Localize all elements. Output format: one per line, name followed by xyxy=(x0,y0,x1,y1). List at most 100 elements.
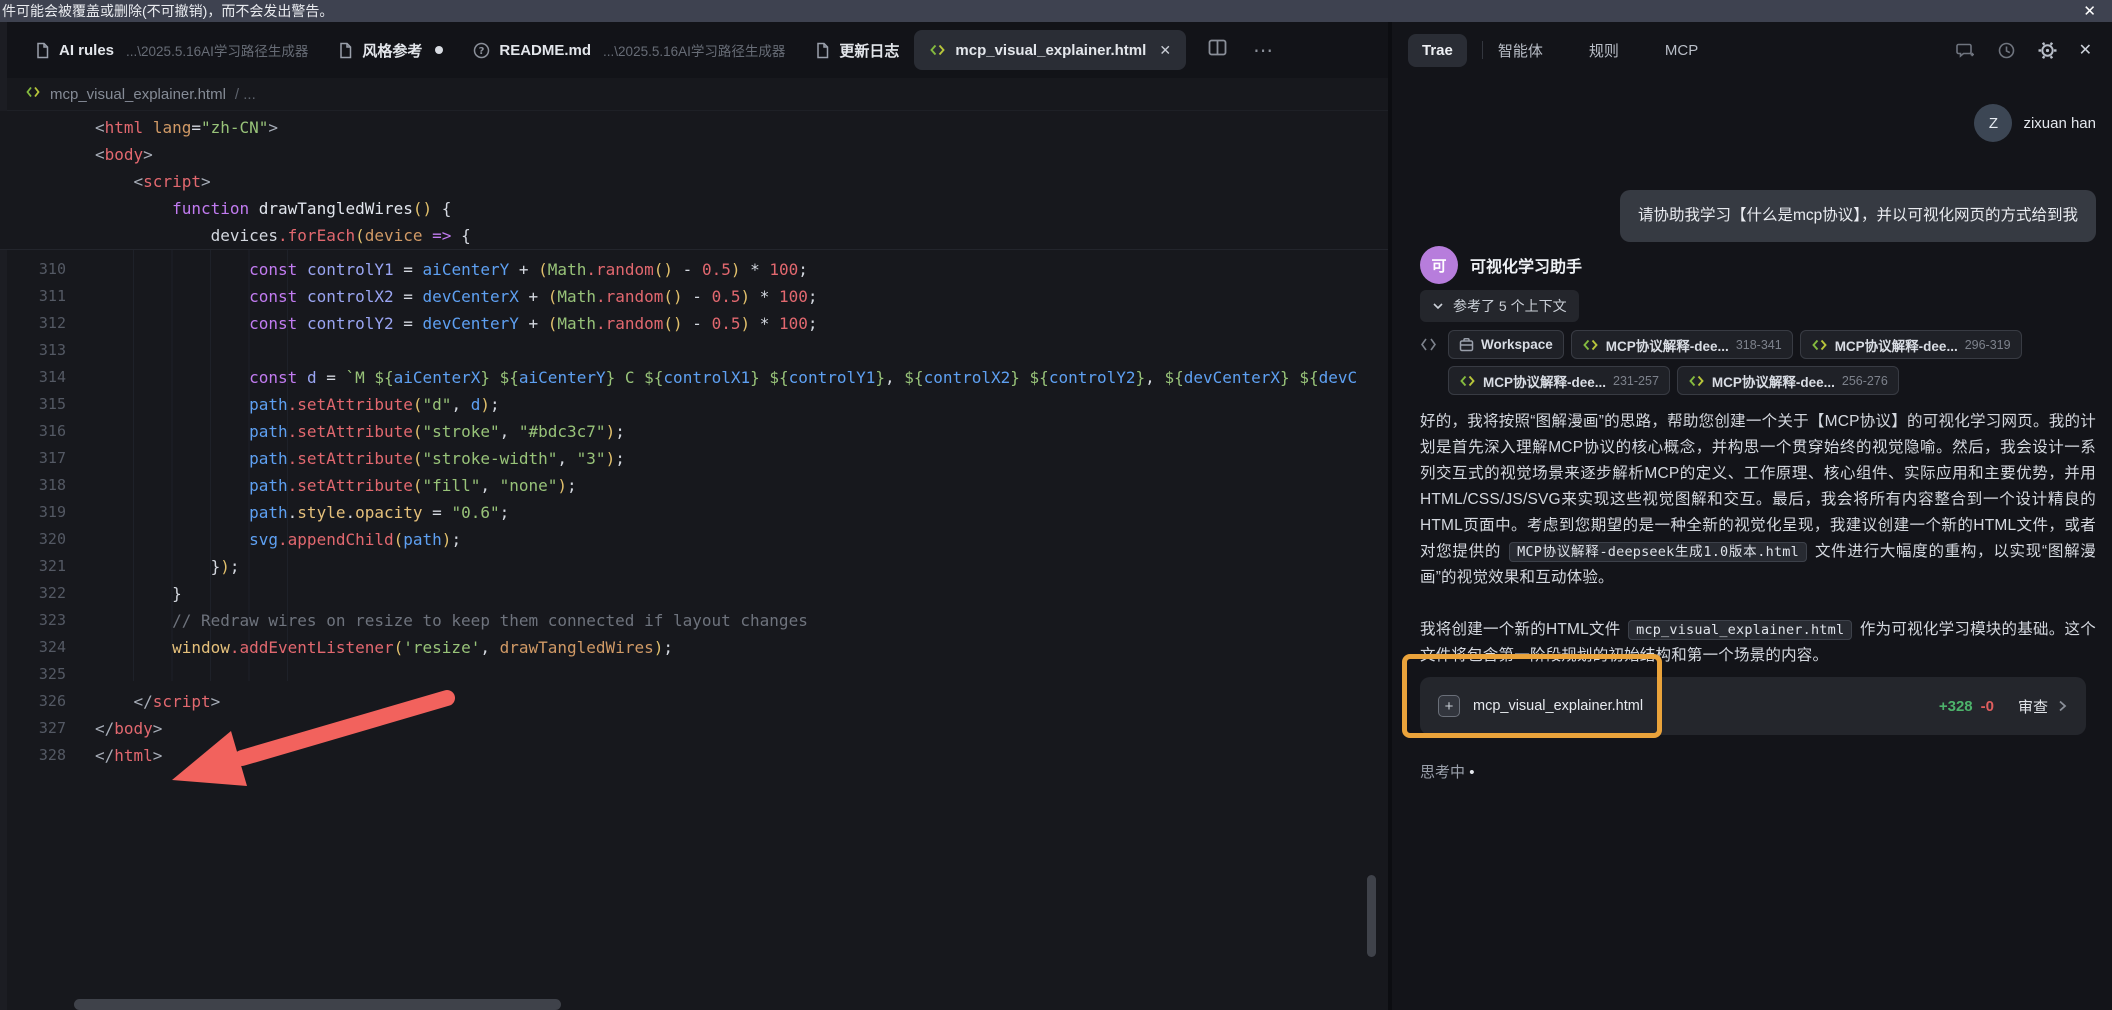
code-line[interactable]: 316 path.setAttribute("stroke", "#bdc3c7… xyxy=(0,418,1388,445)
code-line[interactable]: 322 } xyxy=(0,580,1388,607)
file-icon xyxy=(35,42,50,59)
code-line[interactable]: 314 const d = `M ${aiCenterX} ${aiCenter… xyxy=(0,364,1388,391)
breadcrumb[interactable]: mcp_visual_explainer.html / ... xyxy=(0,78,1388,111)
code-line[interactable]: 328</html> xyxy=(0,742,1388,769)
code-token: window xyxy=(172,638,230,657)
code-line[interactable]: 324 window.addEventListener('resize', dr… xyxy=(0,634,1388,661)
code-token: , xyxy=(885,368,895,387)
code-token: path xyxy=(403,530,442,549)
code-token: < xyxy=(134,172,144,191)
line-number: 327 xyxy=(0,715,66,742)
code-line[interactable]: 320 svg.appendChild(path); xyxy=(0,526,1388,553)
breadcrumb-file-name[interactable]: mcp_visual_explainer.html xyxy=(50,86,226,103)
code-line[interactable]: 311 const controlX2 = devCenterX + (Math… xyxy=(0,283,1388,310)
editor-tab-2[interactable]: ?README.md...\2025.5.16AI学习路径生成器 xyxy=(458,30,800,70)
breadcrumb-rest[interactable]: / ... xyxy=(235,86,256,103)
review-button[interactable]: 审查 xyxy=(2018,696,2048,717)
sticky-line[interactable]: <script> xyxy=(0,168,1388,195)
code-token: </ xyxy=(95,746,114,765)
history-icon[interactable] xyxy=(1997,41,2016,60)
editor-tab-3[interactable]: 更新日志 xyxy=(800,30,914,70)
created-file-card[interactable]: + mcp_visual_explainer.html +328 -0 审查 xyxy=(1420,677,2086,735)
code-token xyxy=(95,226,211,245)
line-content: path.setAttribute("d", d); xyxy=(66,391,500,418)
close-panel-icon[interactable]: ✕ xyxy=(2079,40,2092,60)
editor-tab-4[interactable]: mcp_visual_explainer.html✕ xyxy=(914,30,1186,70)
warning-close-icon[interactable]: ✕ xyxy=(2083,4,2096,19)
line-content: path.setAttribute("stroke-width", "3"); xyxy=(66,445,625,472)
diff-added: +328 xyxy=(1939,698,1973,715)
code-token: () xyxy=(663,314,682,333)
code-token xyxy=(423,226,433,245)
code-token: ${ xyxy=(904,368,923,387)
panel-tab-Trae[interactable]: Trae xyxy=(1408,34,1467,67)
code-token xyxy=(1020,368,1030,387)
pane-divider[interactable] xyxy=(1388,22,1392,1010)
code-line[interactable]: 313 xyxy=(0,337,1388,364)
code-line[interactable]: 327</body> xyxy=(0,715,1388,742)
code-token xyxy=(143,118,153,137)
ref-line-range: 318-341 xyxy=(1736,338,1782,352)
code-line[interactable]: 321 }); xyxy=(0,553,1388,580)
code-token: { xyxy=(451,226,470,245)
code-line[interactable]: 317 path.setAttribute("stroke-width", "3… xyxy=(0,445,1388,472)
line-number xyxy=(0,141,66,168)
code-icon xyxy=(929,42,946,58)
tab-bar-actions: ⋯ xyxy=(1208,38,1274,63)
code-token: + xyxy=(519,287,548,306)
settings-gear-icon[interactable] xyxy=(2038,41,2057,60)
file-icon xyxy=(35,42,50,59)
code-line[interactable]: 325 xyxy=(0,661,1388,688)
sticky-line[interactable]: devices.forEach(device => { xyxy=(0,222,1388,249)
code-token: html xyxy=(114,746,153,765)
line-number xyxy=(0,195,66,222)
sticky-line[interactable]: <body> xyxy=(0,141,1388,168)
sticky-line[interactable]: function drawTangledWires() { xyxy=(0,195,1388,222)
tab-label: 更新日志 xyxy=(839,40,899,61)
code-token xyxy=(95,422,249,441)
file-icon xyxy=(815,42,830,59)
panel-tab-规则[interactable]: 规则 xyxy=(1589,40,1619,61)
panel-tab-MCP[interactable]: MCP xyxy=(1665,42,1698,59)
inline-code-chip[interactable]: mcp_visual_explainer.html xyxy=(1628,620,1852,640)
code-line[interactable]: 326 </script> xyxy=(0,688,1388,715)
code-token: ) xyxy=(557,476,567,495)
code-line[interactable]: 319 path.style.opacity = "0.6"; xyxy=(0,499,1388,526)
code-token xyxy=(95,449,249,468)
code-token: const xyxy=(249,368,297,387)
code-token: .setAttribute xyxy=(288,476,413,495)
code-token: () xyxy=(413,199,432,218)
inline-code-chip[interactable]: MCP协议解释-deepseek生成1.0版本.html xyxy=(1509,542,1807,562)
code-line[interactable]: 318 path.setAttribute("fill", "none"); xyxy=(0,472,1388,499)
tab-close-icon[interactable]: ✕ xyxy=(1159,42,1171,59)
context-ref-chip[interactable]: MCP协议解释-dee...231-257 xyxy=(1448,366,1670,395)
new-chat-icon[interactable] xyxy=(1956,41,1975,60)
context-ref-chip[interactable]: Workspace xyxy=(1448,330,1564,359)
code-token: // Redraw wires on resize to keep them c… xyxy=(172,611,808,630)
context-ref-chip[interactable]: MCP协议解释-dee...256-276 xyxy=(1677,366,1899,395)
editor-horizontal-scrollbar[interactable] xyxy=(74,999,561,1010)
code-token: ; xyxy=(500,503,510,522)
user-message-bubble: 请协助我学习【什么是mcp协议】，并以可视化网页的方式给到我 xyxy=(1620,190,2096,242)
code-line[interactable]: 312 const controlY2 = devCenterY + (Math… xyxy=(0,310,1388,337)
editor-tab-1[interactable]: 风格参考 xyxy=(323,30,458,70)
chevron-right-icon xyxy=(2056,699,2068,713)
line-content: path.style.opacity = "0.6"; xyxy=(66,499,509,526)
more-actions-icon[interactable]: ⋯ xyxy=(1253,38,1274,63)
context-ref-chip[interactable]: MCP协议解释-dee...296-319 xyxy=(1800,330,2022,359)
context-ref-chip[interactable]: MCP协议解释-dee...318-341 xyxy=(1571,330,1793,359)
code-token: } xyxy=(750,368,760,387)
split-editor-icon[interactable] xyxy=(1208,39,1227,61)
line-number: 312 xyxy=(0,310,66,337)
context-toggle[interactable]: 参考了 5 个上下文 xyxy=(1420,290,1579,322)
code-editor[interactable]: <html lang="zh-CN"><body> <script> funct… xyxy=(0,111,1388,769)
sticky-line[interactable]: <html lang="zh-CN"> xyxy=(0,114,1388,141)
editor-tab-0[interactable]: AI rules...\2025.5.16AI学习路径生成器 xyxy=(20,30,323,70)
code-line[interactable]: 315 path.setAttribute("d", d); xyxy=(0,391,1388,418)
code-token: ) xyxy=(442,530,452,549)
code-line[interactable]: 310 const controlY1 = aiCenterY + (Math.… xyxy=(0,256,1388,283)
code-line[interactable]: 323 // Redraw wires on resize to keep th… xyxy=(0,607,1388,634)
editor-vertical-scrollbar[interactable] xyxy=(1367,875,1376,957)
tab-path: ...\2025.5.16AI学习路径生成器 xyxy=(603,40,785,60)
panel-tab-智能体[interactable]: 智能体 xyxy=(1498,40,1543,61)
